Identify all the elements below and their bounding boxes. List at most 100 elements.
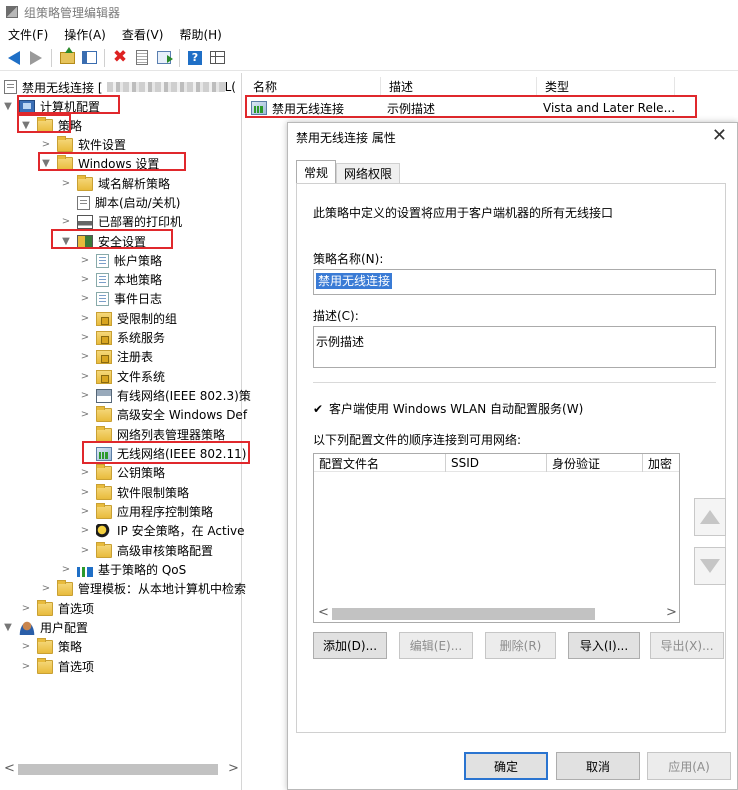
chevron-right-icon[interactable]: > <box>79 309 91 328</box>
chevron-right-icon[interactable]: > <box>79 502 91 521</box>
export-list-icon[interactable] <box>154 48 174 68</box>
column-ssid[interactable]: SSID <box>446 454 547 472</box>
tree-node-software-restriction[interactable]: > 软件限制策略 <box>79 483 189 502</box>
scroll-thumb[interactable] <box>332 608 595 620</box>
tree-node-system-services[interactable]: > 系统服务 <box>79 328 165 347</box>
up-folder-icon[interactable] <box>57 46 77 68</box>
tree-node-wireless-network[interactable]: 无线网络(IEEE 802.11) <box>79 444 246 463</box>
chevron-right-icon[interactable]: > <box>20 657 32 676</box>
help-icon[interactable]: ? <box>185 48 205 68</box>
chevron-right-icon[interactable]: > <box>79 270 91 289</box>
chevron-right-icon[interactable]: > <box>60 212 72 231</box>
tree-node-deployed-printers[interactable]: > 已部署的打印机 <box>60 212 182 231</box>
tree-node-dns-policy[interactable]: > 域名解析策略 <box>60 174 170 193</box>
column-type[interactable]: 类型 <box>537 77 675 95</box>
column-encryption[interactable]: 加密 <box>643 454 679 472</box>
column-name[interactable]: 名称 <box>245 77 381 95</box>
tree-node-restricted-groups[interactable]: > 受限制的组 <box>79 309 177 328</box>
chevron-right-icon[interactable]: > <box>79 405 91 424</box>
tab-general[interactable]: 常规 <box>296 160 337 183</box>
chevron-right-icon[interactable]: > <box>40 579 52 598</box>
tree-node-computer-config[interactable]: ▼ 计算机配置 <box>2 97 100 116</box>
tree-node-scripts[interactable]: 脚本(启动/关机) <box>60 193 180 212</box>
column-description[interactable]: 描述 <box>381 77 537 95</box>
cancel-button[interactable]: 取消 <box>556 752 640 780</box>
policy-name-field[interactable]: 禁用无线连接 <box>313 269 716 295</box>
menu-help[interactable]: 帮助(H) <box>171 26 229 43</box>
profile-list-scrollbar[interactable]: < > <box>314 605 679 622</box>
apply-button[interactable]: 应用(A) <box>647 752 731 780</box>
chevron-right-icon[interactable]: > <box>20 637 32 656</box>
checkmark-icon[interactable]: ✔ <box>313 402 325 416</box>
delete-x-icon[interactable]: ✖ <box>110 48 130 68</box>
move-up-button[interactable] <box>694 498 726 536</box>
tree-node-public-key[interactable]: > 公钥策略 <box>79 463 165 482</box>
tree-node-event-log[interactable]: > 事件日志 <box>79 289 162 308</box>
tree-node-qos[interactable]: > 基于策略的 QoS <box>60 560 186 579</box>
chevron-right-icon[interactable]: > <box>79 289 91 308</box>
chevron-right-icon[interactable]: > <box>79 347 91 366</box>
add-button[interactable]: 添加(D)... <box>313 632 387 659</box>
tree-node-app-control[interactable]: > 应用程序控制策略 <box>79 502 213 521</box>
tree-node-policies[interactable]: ▼ 策略 <box>20 116 82 135</box>
edit-button[interactable]: 编辑(E)... <box>399 632 473 659</box>
scroll-left-icon[interactable]: < <box>4 761 15 776</box>
tree-node-ip-security[interactable]: > IP 安全策略，在 Active <box>79 521 245 540</box>
chevron-right-icon[interactable]: > <box>20 599 32 618</box>
chevron-down-icon[interactable]: ▼ <box>2 97 14 116</box>
profile-list[interactable]: 配置文件名 SSID 身份验证 加密 < > <box>313 453 680 623</box>
chevron-right-icon[interactable]: > <box>79 367 91 386</box>
import-button[interactable]: 导入(I)... <box>568 632 640 659</box>
chevron-right-icon[interactable]: > <box>40 135 52 154</box>
menu-file[interactable]: 文件(F) <box>0 26 56 43</box>
tree-node-audit-policy[interactable]: > 高级审核策略配置 <box>79 541 213 560</box>
tree-node-advanced-firewall[interactable]: > 高级安全 Windows Def <box>79 405 247 424</box>
move-down-button[interactable] <box>694 547 726 585</box>
chevron-right-icon[interactable]: > <box>79 521 91 540</box>
tree-node-preferences[interactable]: > 首选项 <box>20 599 94 618</box>
tree-node-security-settings[interactable]: ▼ 安全设置 <box>60 232 146 251</box>
menu-action[interactable]: 操作(A) <box>56 26 114 43</box>
scroll-right-icon[interactable]: > <box>666 605 677 620</box>
close-icon[interactable]: ✕ <box>712 125 727 146</box>
delete-button[interactable]: 删除(R) <box>485 632 556 659</box>
scroll-thumb[interactable] <box>18 764 218 775</box>
tab-network-permissions[interactable]: 网络权限 <box>336 163 401 183</box>
tree-node-windows-settings[interactable]: ▼ Windows 设置 <box>40 154 159 173</box>
tree-node-registry[interactable]: > 注册表 <box>79 347 153 366</box>
tree-node-software-settings[interactable]: > 软件设置 <box>40 135 126 154</box>
tree-node-account-policies[interactable]: > 帐户策略 <box>79 251 162 270</box>
chevron-right-icon[interactable]: > <box>79 386 91 405</box>
grid-view-icon[interactable] <box>207 48 227 68</box>
tree-root-gpo[interactable]: 禁用无线连接 [ L( <box>4 77 236 97</box>
chevron-down-icon[interactable]: ▼ <box>2 618 14 637</box>
chevron-right-icon[interactable]: > <box>79 328 91 347</box>
tree-node-user-policies[interactable]: > 策略 <box>20 637 82 656</box>
column-profile-name[interactable]: 配置文件名 <box>314 454 446 472</box>
tree-node-network-list[interactable]: 网络列表管理器策略 <box>79 425 225 444</box>
tree-node-wired-network[interactable]: > 有线网络(IEEE 802.3)策 <box>79 386 251 405</box>
menu-view[interactable]: 查看(V) <box>114 26 172 43</box>
wlan-autoconfig-checkbox[interactable]: ✔ 客户端使用 Windows WLAN 自动配置服务(W) <box>313 400 583 417</box>
chevron-right-icon[interactable]: > <box>60 560 72 579</box>
forward-arrow-icon[interactable] <box>26 48 46 68</box>
scroll-left-icon[interactable]: < <box>318 605 329 620</box>
chevron-right-icon[interactable]: > <box>79 463 91 482</box>
list-item[interactable]: 禁用无线连接 示例描述 Vista and Later Rele... <box>249 99 695 117</box>
export-button[interactable]: 导出(X)... <box>650 632 724 659</box>
tree-node-admin-templates[interactable]: > 管理模板：从本地计算机中检索 <box>40 579 246 598</box>
tree-node-file-system[interactable]: > 文件系统 <box>79 367 165 386</box>
ok-button[interactable]: 确定 <box>464 752 548 780</box>
chevron-right-icon[interactable]: > <box>79 541 91 560</box>
chevron-right-icon[interactable]: > <box>79 483 91 502</box>
show-hide-pane-icon[interactable] <box>79 48 99 68</box>
tree-node-user-config[interactable]: ▼ 用户配置 <box>2 618 88 637</box>
description-field[interactable]: 示例描述 <box>313 326 716 368</box>
chevron-right-icon[interactable]: > <box>79 251 91 270</box>
scroll-right-icon[interactable]: > <box>228 761 239 776</box>
tree-node-local-policies[interactable]: > 本地策略 <box>79 270 162 289</box>
back-arrow-icon[interactable] <box>4 48 24 68</box>
properties-doc-icon[interactable] <box>132 48 152 68</box>
chevron-down-icon[interactable]: ▼ <box>40 154 52 173</box>
tree-horizontal-scrollbar[interactable]: < > <box>0 760 240 778</box>
